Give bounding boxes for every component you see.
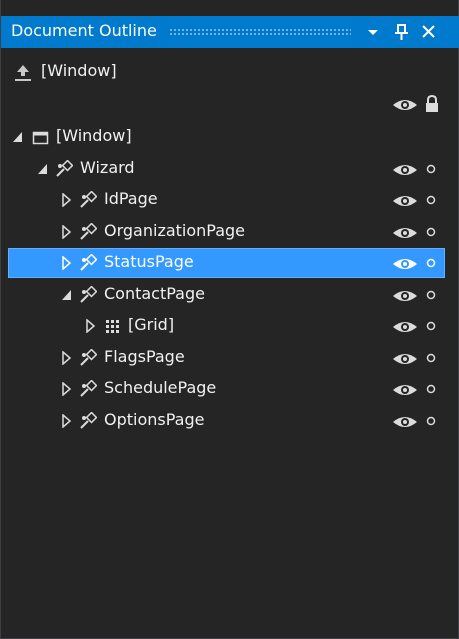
scope-up-row[interactable]: [Window] — [13, 60, 153, 84]
tree-node-label: OptionsPage — [104, 410, 205, 429]
visibility-eye-icon[interactable] — [392, 162, 418, 178]
visibility-eye-icon[interactable] — [392, 288, 418, 304]
lock-toggle-icon[interactable] — [426, 384, 436, 394]
user-control-icon — [80, 349, 97, 366]
user-control-icon — [80, 380, 97, 397]
lock-toggle-icon[interactable] — [426, 227, 436, 237]
lock-toggle-icon[interactable] — [426, 164, 436, 174]
visibility-eye-icon[interactable] — [392, 414, 418, 430]
tree-node-wizard[interactable]: Wizard — [8, 154, 445, 184]
window-position-dropdown-button[interactable] — [363, 20, 385, 44]
lock-toggle-icon[interactable] — [426, 321, 436, 331]
user-control-icon — [56, 160, 73, 177]
lock-toggle-icon[interactable] — [426, 416, 436, 426]
visibility-eye-icon[interactable] — [392, 225, 418, 241]
title-bar: Document Outline — [1, 16, 459, 48]
tree-node-label: [Grid] — [128, 315, 175, 334]
visibility-eye-icon[interactable] — [392, 256, 418, 272]
collapsed-arrow-icon[interactable] — [85, 319, 97, 333]
close-icon — [422, 25, 435, 38]
window-icon — [32, 131, 49, 145]
tree-node-label: [Window] — [56, 126, 132, 145]
tree-node-label: SchedulePage — [104, 378, 217, 397]
expanded-arrow-icon[interactable] — [12, 130, 24, 144]
panel-title: Document Outline — [11, 21, 157, 40]
auto-hide-pin-button[interactable] — [391, 20, 413, 44]
lock-toggle-icon[interactable] — [426, 258, 436, 268]
tree-node-label: StatusPage — [104, 252, 194, 271]
visibility-eye-icon[interactable] — [392, 193, 418, 209]
scope-up-icon[interactable] — [13, 62, 35, 84]
scope-label: [Window] — [41, 61, 117, 80]
lock-toggle-icon[interactable] — [426, 195, 436, 205]
user-control-icon — [80, 254, 97, 271]
tree-node-label: ContactPage — [104, 284, 205, 303]
tree-node-contactpage[interactable]: ContactPage — [8, 280, 445, 310]
lock-toggle-icon[interactable] — [426, 353, 436, 363]
tree-node-organizationpage[interactable]: OrganizationPage — [8, 217, 445, 247]
expanded-arrow-icon[interactable] — [61, 288, 73, 302]
collapsed-arrow-icon[interactable] — [61, 193, 73, 207]
visibility-eye-icon[interactable] — [392, 351, 418, 367]
visibility-eye-icon[interactable] — [392, 382, 418, 398]
collapsed-arrow-icon[interactable] — [61, 225, 73, 239]
eye-icon[interactable] — [392, 97, 418, 113]
pin-icon — [395, 24, 408, 40]
expanded-arrow-icon[interactable] — [37, 162, 49, 176]
tree-node-grid[interactable]: [Grid] — [8, 311, 445, 341]
visibility-eye-icon[interactable] — [392, 319, 418, 335]
grid-icon — [106, 320, 119, 333]
tree-node-flagspage[interactable]: FlagsPage — [8, 343, 445, 373]
user-control-icon — [80, 223, 97, 240]
collapsed-arrow-icon[interactable] — [61, 256, 73, 270]
tree-node-label: OrganizationPage — [104, 221, 246, 240]
collapsed-arrow-icon[interactable] — [61, 382, 73, 396]
lock-toggle-icon[interactable] — [426, 290, 436, 300]
tree-node-optionspage[interactable]: OptionsPage — [8, 406, 445, 436]
lock-icon[interactable] — [424, 94, 440, 114]
document-outline-panel: Document Outline [Window] [Window] Wizar… — [0, 0, 459, 639]
collapsed-arrow-icon[interactable] — [61, 351, 73, 365]
close-button[interactable] — [418, 20, 440, 44]
user-control-icon — [80, 412, 97, 429]
user-control-icon — [80, 286, 97, 303]
user-control-icon — [80, 191, 97, 208]
dropdown-arrow-icon — [368, 30, 378, 35]
tree-node-statuspage[interactable]: StatusPage — [8, 248, 445, 278]
tree-node-schedulepage[interactable]: SchedulePage — [8, 374, 445, 404]
title-grip[interactable] — [169, 28, 351, 36]
column-header-icons — [391, 93, 451, 115]
tree-node-window[interactable]: [Window] — [8, 122, 445, 152]
tree-node-label: IdPage — [104, 189, 158, 208]
tree-node-label: Wizard — [80, 158, 135, 177]
tree-node-idpage[interactable]: IdPage — [8, 185, 445, 215]
tree-node-label: FlagsPage — [104, 347, 185, 366]
collapsed-arrow-icon[interactable] — [61, 414, 73, 428]
